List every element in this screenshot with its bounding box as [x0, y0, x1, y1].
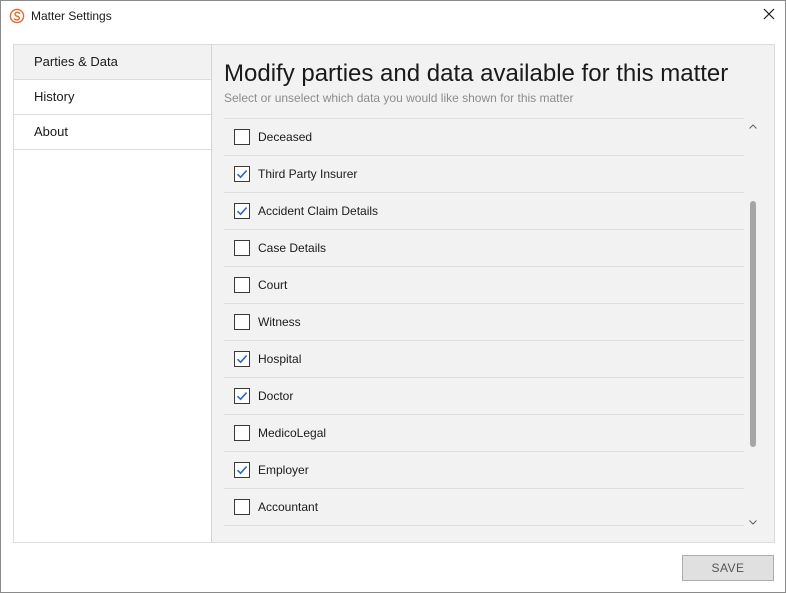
close-icon [763, 7, 775, 25]
close-button[interactable] [753, 1, 785, 31]
checkbox-unchecked[interactable] [234, 314, 250, 330]
page-title: Modify parties and data available for th… [224, 60, 729, 87]
checkmark-icon [236, 392, 248, 401]
list-item[interactable]: Court [224, 267, 744, 304]
list-item-label: Hospital [258, 352, 302, 366]
list-item-label: Third Party Insurer [258, 167, 358, 181]
list-item-label: Employer [258, 463, 309, 477]
checkbox-unchecked[interactable] [234, 240, 250, 256]
list-item[interactable]: Employer [224, 452, 744, 489]
title-bar: Matter Settings [1, 1, 785, 32]
checkbox-checked[interactable] [234, 462, 250, 478]
list-item-label: Court [258, 278, 288, 292]
checkmark-icon [236, 207, 248, 216]
scrollbar-thumb[interactable] [750, 201, 756, 447]
list-item-label: Case Details [258, 241, 327, 255]
list-item-label: Deceased [258, 130, 313, 144]
checkbox-unchecked[interactable] [234, 129, 250, 145]
list-item[interactable]: Accident Claim Details [224, 193, 744, 230]
list-scrollbar[interactable] [745, 118, 761, 528]
checkmark-icon [236, 170, 248, 179]
chevron-down-icon [749, 512, 757, 530]
list-item[interactable]: Doctor [224, 378, 744, 415]
scroll-down-button[interactable] [745, 514, 761, 528]
checkbox-checked[interactable] [234, 388, 250, 404]
checkbox-checked[interactable] [234, 166, 250, 182]
checkmark-icon [236, 355, 248, 364]
checkbox-checked[interactable] [234, 351, 250, 367]
matter-settings-window: Matter Settings Parties & Data History A… [0, 0, 786, 593]
list-item[interactable]: Hospital [224, 341, 744, 378]
list-item[interactable]: Accountant [224, 489, 744, 526]
list-item[interactable]: MedicoLegal [224, 415, 744, 452]
list-item[interactable]: Deceased [224, 119, 744, 156]
list-item-label: Accident Claim Details [258, 204, 379, 218]
save-button[interactable]: SAVE [682, 555, 774, 581]
nav-item-parties-data[interactable]: Parties & Data [14, 45, 211, 80]
list-item-label: MedicoLegal [258, 426, 327, 440]
chevron-up-icon [749, 116, 757, 134]
window-title: Matter Settings [31, 9, 112, 23]
checkbox-unchecked[interactable] [234, 499, 250, 515]
nav-item-about[interactable]: About [14, 115, 211, 150]
settings-panel: Parties & Data History About Modify part… [13, 44, 775, 543]
nav-item-history[interactable]: History [14, 80, 211, 115]
nav-item-label: History [34, 89, 75, 104]
checkmark-icon [236, 466, 248, 475]
list-item[interactable]: Witness [224, 304, 744, 341]
list-item[interactable]: Third Party Insurer [224, 156, 744, 193]
list-item-label: Accountant [258, 500, 319, 514]
checkbox-checked[interactable] [234, 203, 250, 219]
scroll-up-button[interactable] [745, 118, 761, 132]
app-logo-icon [9, 8, 25, 24]
checkbox-unchecked[interactable] [234, 425, 250, 441]
checkbox-unchecked[interactable] [234, 277, 250, 293]
data-options-list: Deceased Third Party Insurer Accident Clai… [224, 118, 744, 526]
page-subtitle: Select or unselect which data you would … [224, 91, 574, 105]
nav-item-label: About [34, 124, 68, 139]
main-content: Modify parties and data available for th… [212, 45, 774, 542]
list-item-label: Witness [258, 315, 301, 329]
list-item-label: Doctor [258, 389, 294, 403]
settings-nav: Parties & Data History About [14, 45, 212, 542]
list-item[interactable]: Case Details [224, 230, 744, 267]
nav-item-label: Parties & Data [34, 54, 118, 69]
